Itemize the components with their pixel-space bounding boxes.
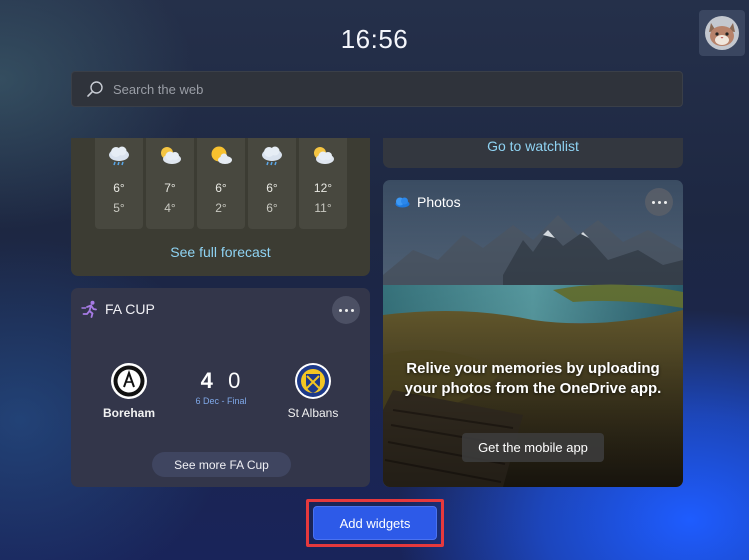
search-input[interactable] [113, 81, 673, 97]
home-score: 4 [200, 368, 214, 393]
away-score: 0 [228, 368, 242, 393]
home-team-name: Boreham [102, 406, 155, 420]
dot [657, 200, 661, 204]
team-crest-icon [295, 363, 331, 399]
more-options-button[interactable] [645, 188, 673, 216]
cat-avatar-icon [705, 16, 739, 50]
match-status: 6 Dec - Final [195, 396, 247, 406]
see-more-fa-cup-button[interactable]: See more FA Cup [152, 452, 291, 477]
fa-cup-widget: FA CUP Boreham 4 0 6 Dec - Final St Alba… [71, 288, 370, 487]
get-mobile-app-button[interactable]: Get the mobile app [462, 433, 604, 462]
running-person-icon [81, 300, 97, 318]
home-team[interactable]: Boreham [89, 362, 169, 420]
search-icon [87, 81, 103, 97]
forecast-high: 12° [313, 181, 333, 195]
see-full-forecast-link[interactable]: See full forecast [71, 244, 370, 260]
widget-title: Photos [417, 194, 461, 210]
away-team-name: St Albans [287, 406, 339, 420]
add-widgets-highlight: Add widgets [306, 499, 444, 547]
dot [344, 308, 348, 312]
forecast-high: 6° [266, 181, 278, 195]
go-to-watchlist-link[interactable]: Go to watchlist [383, 138, 683, 154]
fa-cup-header: FA CUP [81, 300, 155, 318]
forecast-day[interactable]: 6° 6° [248, 138, 296, 229]
forecast-low: 5° [113, 201, 125, 215]
forecast-day[interactable]: 7° 4° [146, 138, 194, 229]
forecast-low: 2° [215, 201, 227, 215]
search-bar[interactable] [71, 71, 683, 107]
team-crest-icon [111, 363, 147, 399]
dot [350, 308, 354, 312]
watchlist-widget: Go to watchlist [383, 138, 683, 168]
forecast-row: 6° 5° 7° 4° 6° 2° 6° 6° 12° 11° [95, 138, 347, 229]
dot [663, 200, 667, 204]
partly-cloudy-icon [157, 144, 183, 168]
dot [338, 308, 342, 312]
forecast-low: 6° [266, 201, 278, 215]
forecast-low: 4° [164, 201, 176, 215]
photos-header: Photos [393, 194, 461, 210]
avatar[interactable] [699, 10, 745, 56]
match-score: 4 0 6 Dec - Final [191, 368, 251, 406]
forecast-high: 6° [215, 181, 227, 195]
forecast-low: 11° [314, 201, 332, 215]
add-widgets-button[interactable]: Add widgets [313, 506, 437, 540]
forecast-day[interactable]: 12° 11° [299, 138, 347, 229]
weather-widget: 6° 5° 7° 4° 6° 2° 6° 6° 12° 11° See full… [71, 138, 370, 276]
forecast-day[interactable]: 6° 2° [197, 138, 245, 229]
onedrive-cloud-icon [395, 197, 410, 208]
forecast-high: 6° [113, 181, 125, 195]
photos-message: Relive your memories by uploading your p… [404, 360, 662, 397]
dot [651, 200, 655, 204]
away-team[interactable]: St Albans [273, 362, 353, 420]
rain-cloud-icon [106, 144, 132, 168]
rain-cloud-icon [259, 144, 285, 168]
sun-cloud-icon [208, 144, 234, 168]
more-options-button[interactable] [332, 296, 360, 324]
partly-cloudy-icon [310, 144, 336, 168]
forecast-high: 7° [164, 181, 176, 195]
forecast-day[interactable]: 6° 5° [95, 138, 143, 229]
photos-widget[interactable]: Photos Relive your memories by uploading… [383, 180, 683, 487]
clock: 16:56 [340, 24, 409, 54]
widget-title: FA CUP [105, 301, 155, 317]
